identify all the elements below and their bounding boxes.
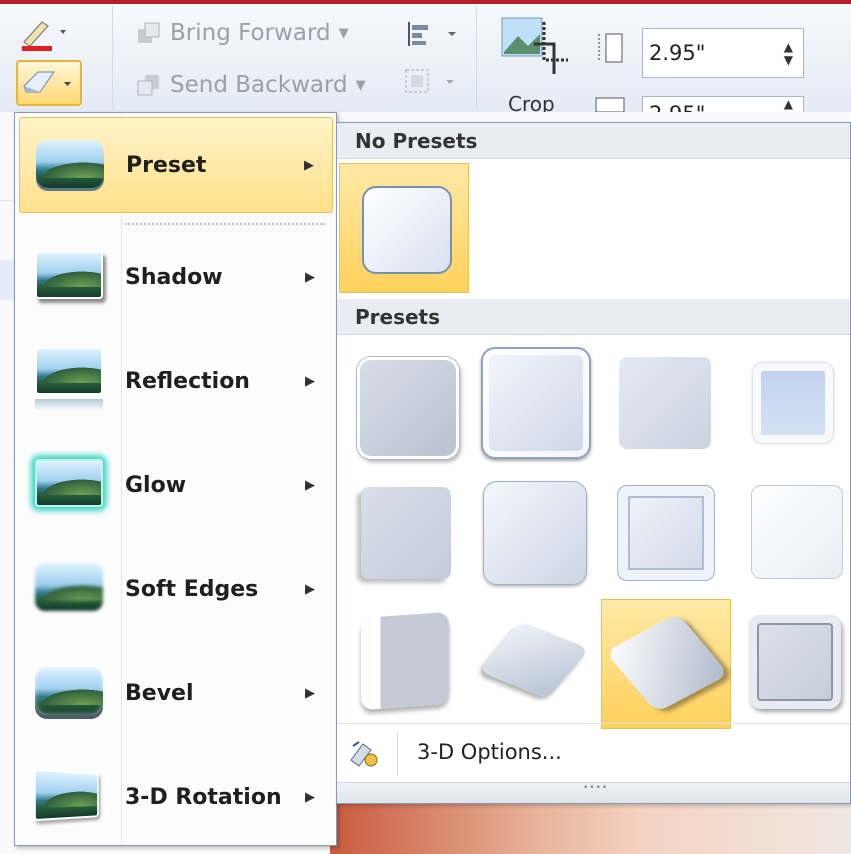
submenu-arrow-icon: ▶ <box>305 477 315 493</box>
preset-item[interactable] <box>731 343 851 467</box>
bring-forward-button[interactable]: Bring Forward ▼ <box>136 20 349 46</box>
menu-item-label: Shadow <box>125 264 223 290</box>
menu-item-3d-rotation[interactable]: 3-D Rotation ▶ <box>19 749 333 845</box>
menu-item-label: Reflection <box>125 368 250 394</box>
group-icon <box>405 69 454 93</box>
preset-none[interactable] <box>339 163 469 293</box>
glow-thumbnail-icon <box>35 459 103 507</box>
picture-effects-button[interactable] <box>16 60 82 106</box>
picture-border-button[interactable] <box>20 16 72 56</box>
3d-options-item[interactable]: 3-D Options... <box>337 723 850 784</box>
resize-grip[interactable] <box>337 782 850 803</box>
menu-item-bevel[interactable]: Bevel ▶ <box>19 645 333 741</box>
spinner-arrows-icon[interactable]: ▲ <box>784 98 793 111</box>
group-button[interactable] <box>402 66 460 102</box>
menu-item-preset[interactable]: Preset ▶ <box>19 117 333 213</box>
preset-item[interactable] <box>471 599 599 723</box>
preset-item[interactable] <box>341 599 469 723</box>
reflection-thumbnail-icon <box>35 347 103 411</box>
bring-forward-icon <box>136 21 162 45</box>
preset-item[interactable] <box>341 343 469 467</box>
submenu-arrow-icon: ▶ <box>305 789 315 805</box>
spinner-arrows-icon[interactable]: ▲ ▼ <box>784 41 793 67</box>
preset-item-selected[interactable] <box>601 599 731 729</box>
submenu-arrow-icon: ▶ <box>305 581 315 597</box>
3d-rotation-thumbnail-icon <box>33 768 99 822</box>
height-value: 2.95" <box>649 41 706 65</box>
menu-item-glow[interactable]: Glow ▶ <box>19 437 333 533</box>
submenu-arrow-icon: ▶ <box>305 685 315 701</box>
ribbon-separator <box>476 6 477 110</box>
presets-header: Presets <box>337 299 850 335</box>
height-icon <box>594 30 628 70</box>
align-icon <box>408 22 456 46</box>
height-spinner[interactable]: 2.95" ▲ ▼ <box>642 28 804 78</box>
gridline <box>0 200 14 201</box>
format-options-icon <box>347 738 381 772</box>
bevel-thumbnail-icon <box>35 667 103 715</box>
pencil-icon <box>22 21 66 51</box>
chevron-down-icon: ▼ <box>355 77 366 93</box>
preset-item[interactable] <box>601 343 729 467</box>
menu-item-shadow[interactable]: Shadow ▶ <box>19 229 333 325</box>
menu-separator <box>125 223 325 225</box>
3d-options-label: 3-D Options... <box>417 740 562 764</box>
ribbon: Bring Forward ▼ Send Backward ▼ Crop 2.9… <box>0 0 851 116</box>
preset-item[interactable] <box>731 599 851 723</box>
bring-forward-label: Bring Forward <box>170 20 331 46</box>
send-backward-icon <box>136 73 162 97</box>
send-backward-button[interactable]: Send Backward ▼ <box>136 72 366 98</box>
gridline <box>0 260 14 300</box>
accent-strip <box>0 0 851 4</box>
submenu-arrow-icon: ▶ <box>305 373 315 389</box>
eraser-icon <box>23 71 71 93</box>
align-button[interactable] <box>404 20 462 52</box>
menu-item-label: Preset <box>126 152 207 178</box>
preset-thumbnail-icon <box>36 140 104 188</box>
preset-gallery: No Presets Presets 3-D Options... •••• <box>336 122 851 804</box>
submenu-arrow-icon: ▶ <box>304 157 314 173</box>
send-backward-label: Send Backward <box>170 72 348 98</box>
preset-item[interactable] <box>471 469 599 593</box>
submenu-arrow-icon: ▶ <box>305 269 315 285</box>
crop-button[interactable] <box>498 14 572 84</box>
chevron-down-icon: ▼ <box>338 25 349 41</box>
menu-item-label: Bevel <box>125 680 194 706</box>
ribbon-separator <box>112 6 113 110</box>
shadow-thumbnail-icon <box>35 251 103 299</box>
no-presets-header: No Presets <box>337 123 850 159</box>
preset-item[interactable] <box>601 469 729 593</box>
preset-item[interactable] <box>341 469 469 593</box>
menu-item-soft-edges[interactable]: Soft Edges ▶ <box>19 541 333 637</box>
preset-item[interactable] <box>731 469 851 593</box>
soft-edges-thumbnail-icon <box>35 563 103 611</box>
menu-item-label: 3-D Rotation <box>125 784 282 810</box>
crop-icon <box>501 17 568 74</box>
picture-effects-menu: Preset ▶ Shadow ▶ Reflection ▶ Glow ▶ So… <box>14 112 337 846</box>
preset-item[interactable] <box>471 343 599 467</box>
menu-item-label: Glow <box>125 472 187 498</box>
menu-item-label: Soft Edges <box>125 576 259 602</box>
menu-separator <box>397 732 398 776</box>
menu-item-reflection[interactable]: Reflection ▶ <box>19 333 333 429</box>
